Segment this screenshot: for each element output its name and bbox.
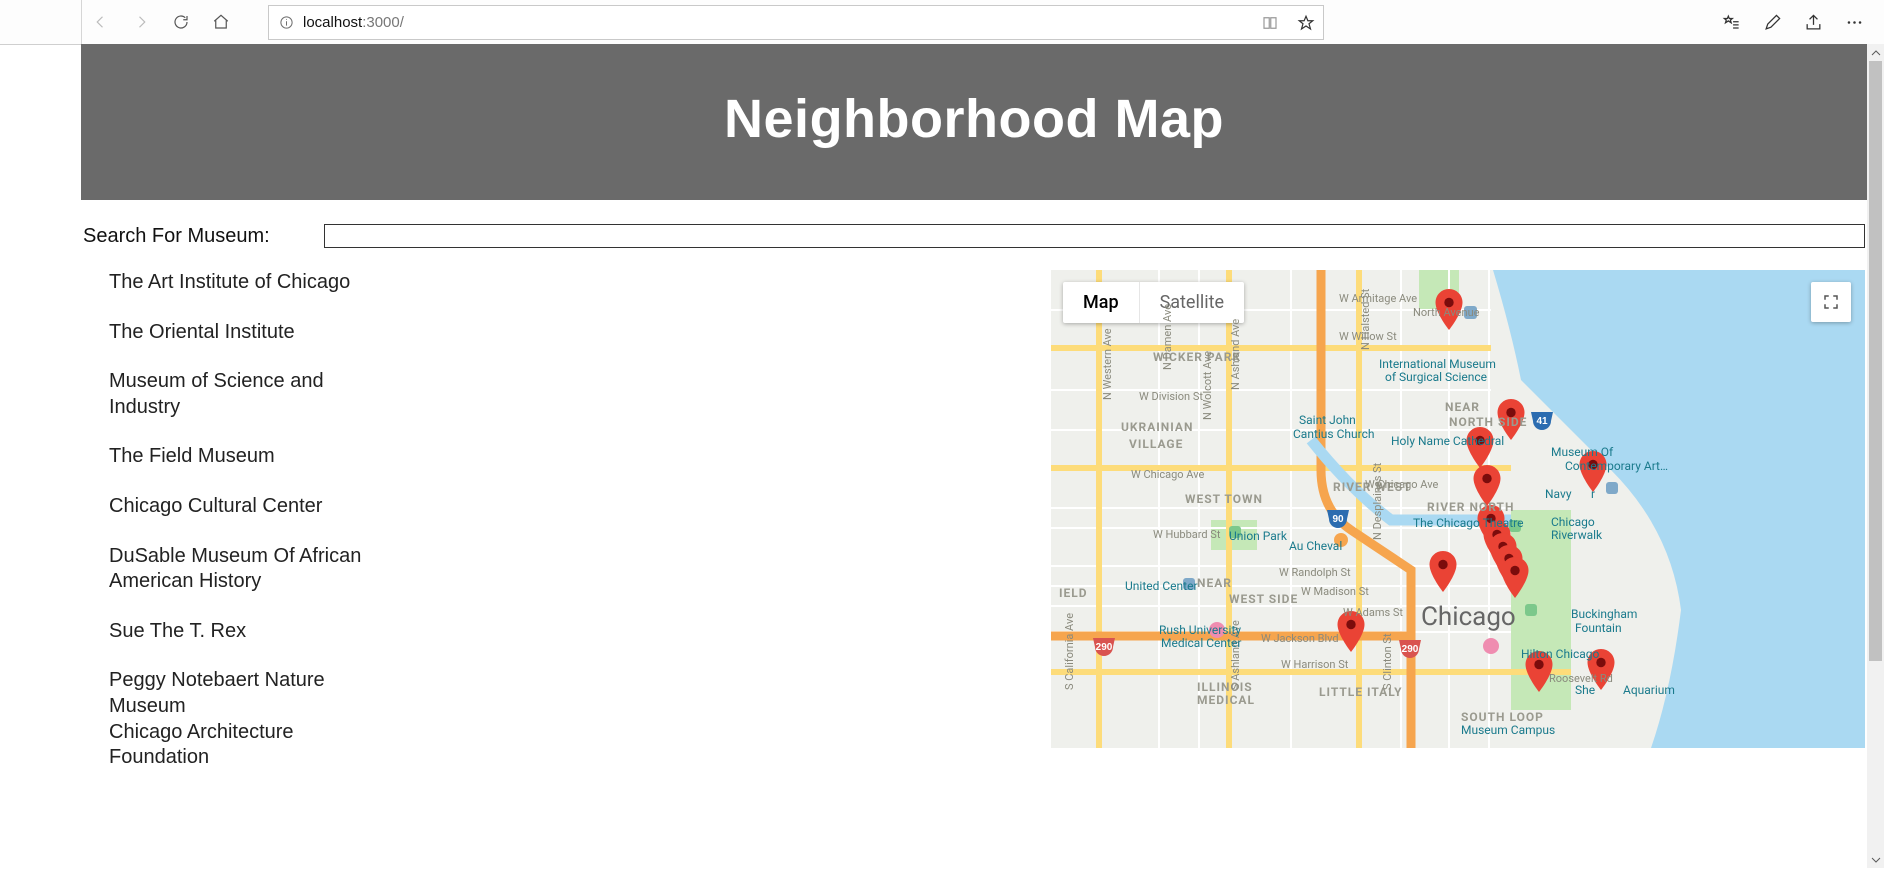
map-label: W Hubbard St bbox=[1153, 528, 1220, 541]
map-label: RIVER NORTH bbox=[1427, 500, 1514, 514]
map-label: SOUTH LOOP bbox=[1461, 710, 1544, 724]
map-label: WEST SIDE bbox=[1229, 592, 1298, 606]
svg-text:41: 41 bbox=[1536, 416, 1548, 427]
page-scrollbar[interactable] bbox=[1867, 44, 1884, 868]
map-label: N Halsted St bbox=[1359, 289, 1372, 350]
search-row: Search For Museum: bbox=[81, 200, 1867, 266]
map-label: United Center bbox=[1125, 580, 1198, 594]
map-type-satellite[interactable]: Satellite bbox=[1140, 282, 1244, 323]
map-label: W Jackson Blvd bbox=[1261, 632, 1339, 645]
list-item[interactable]: The Field Museum bbox=[109, 444, 369, 470]
map-type-control: Map Satellite bbox=[1063, 282, 1244, 323]
highway-shield: 41 bbox=[1529, 410, 1555, 437]
map-label: Contemporary Art… bbox=[1565, 460, 1668, 474]
map-label: North Avenue bbox=[1413, 306, 1479, 319]
map-label: IELD bbox=[1059, 586, 1088, 600]
list-item[interactable]: Chicago Architecture Foundation bbox=[109, 720, 369, 771]
list-item[interactable]: Chicago Cultural Center bbox=[109, 494, 369, 520]
map-label: N Wolcott Ave bbox=[1201, 351, 1214, 420]
list-item[interactable]: The Art Institute of Chicago bbox=[109, 270, 369, 296]
map-label: NEAR bbox=[1197, 576, 1232, 590]
more-icon[interactable] bbox=[1845, 13, 1864, 32]
map-label: W Randolph St bbox=[1279, 566, 1351, 579]
map-label: S Clinton St bbox=[1381, 633, 1394, 690]
fullscreen-button[interactable] bbox=[1811, 282, 1851, 322]
map-label: VILLAGE bbox=[1129, 437, 1183, 451]
map-label: Au Cheval bbox=[1289, 540, 1342, 554]
map-label: MEDICAL bbox=[1197, 693, 1255, 707]
map-label: Riverwalk bbox=[1551, 529, 1602, 543]
map[interactable]: Map Satellite WICKER PARKUKRAINIANVILLAG… bbox=[1051, 270, 1865, 748]
map-label: of Surgical Science bbox=[1385, 371, 1487, 385]
list-item[interactable]: Museum of Science and Industry bbox=[109, 369, 369, 420]
svg-text:290: 290 bbox=[1402, 644, 1419, 655]
map-label: W Chicago Ave bbox=[1131, 468, 1204, 481]
map-label: Saint John bbox=[1299, 414, 1356, 428]
page-title: Neighborhood Map bbox=[81, 88, 1867, 150]
map-city-label: Chicago bbox=[1421, 602, 1516, 632]
back-button[interactable] bbox=[81, 2, 121, 42]
address-bar[interactable]: localhost:3000/ bbox=[268, 5, 1324, 40]
map-label: W Harrison St bbox=[1281, 658, 1348, 671]
map-label: Navy bbox=[1545, 488, 1572, 502]
map-label: N Desplaines St bbox=[1371, 463, 1384, 540]
page-viewport: Neighborhood Map Search For Museum: The … bbox=[81, 44, 1867, 868]
map-label: W Adams St bbox=[1343, 606, 1403, 619]
map-label: W Armitage Ave bbox=[1339, 292, 1417, 305]
highway-shield: 90 bbox=[1325, 508, 1351, 535]
search-input[interactable] bbox=[324, 224, 1865, 248]
map-label: Holy Name Cathedral bbox=[1391, 435, 1504, 449]
list-item[interactable]: The Oriental Institute bbox=[109, 320, 369, 346]
map-label: Union Park bbox=[1229, 530, 1287, 544]
map-label: Aquarium bbox=[1623, 684, 1675, 698]
svg-text:290: 290 bbox=[1096, 642, 1113, 653]
list-item[interactable]: Peggy Notebaert Nature Museum bbox=[109, 668, 369, 719]
map-label: WEST TOWN bbox=[1185, 492, 1263, 506]
map-label: Museum Campus bbox=[1461, 724, 1555, 738]
map-label: S California Ave bbox=[1063, 613, 1076, 690]
map-label: Medical Center bbox=[1161, 637, 1241, 651]
map-label: N Damen Ave bbox=[1161, 304, 1174, 370]
map-label: ILLINOIS bbox=[1197, 680, 1253, 694]
map-label: Fountain bbox=[1575, 622, 1622, 636]
reading-view-icon[interactable] bbox=[1261, 14, 1279, 32]
map-marker[interactable] bbox=[1502, 557, 1529, 598]
map-marker[interactable] bbox=[1430, 551, 1457, 592]
favorite-icon[interactable] bbox=[1297, 14, 1315, 32]
list-item[interactable]: Sue The T. Rex bbox=[109, 619, 369, 645]
favorites-list-icon[interactable] bbox=[1722, 13, 1741, 32]
map-label: W Division St bbox=[1139, 390, 1203, 403]
map-label: She bbox=[1575, 684, 1595, 698]
share-icon[interactable] bbox=[1804, 13, 1823, 32]
search-label: Search For Museum: bbox=[83, 225, 270, 248]
map-label: N Western Ave bbox=[1101, 328, 1114, 400]
browser-chrome: localhost:3000/ bbox=[0, 0, 1884, 45]
refresh-button[interactable] bbox=[161, 2, 201, 42]
map-label: UKRAINIAN bbox=[1121, 420, 1193, 434]
map-label: r bbox=[1591, 488, 1595, 502]
url-text: localhost:3000/ bbox=[303, 14, 404, 31]
museum-list: The Art Institute of Chicago The Orienta… bbox=[81, 270, 709, 795]
site-info-icon[interactable] bbox=[269, 15, 303, 30]
map-type-map[interactable]: Map bbox=[1063, 282, 1139, 323]
map-label: Museum Of bbox=[1551, 446, 1613, 460]
map-label: NEAR bbox=[1445, 400, 1480, 414]
hero-banner: Neighborhood Map bbox=[81, 44, 1867, 200]
map-label: Buckingham bbox=[1571, 608, 1637, 622]
notes-icon[interactable] bbox=[1763, 13, 1782, 32]
map-label: NORTH SIDE bbox=[1449, 415, 1527, 429]
highway-shield: 290 bbox=[1397, 638, 1423, 665]
scrollbar-thumb[interactable] bbox=[1869, 61, 1882, 661]
highway-shield: 290 bbox=[1091, 636, 1117, 663]
svg-text:90: 90 bbox=[1332, 514, 1344, 525]
list-item[interactable]: DuSable Museum Of African American Histo… bbox=[109, 544, 369, 595]
map-label: The Chicago Theatre bbox=[1413, 517, 1523, 531]
forward-button[interactable] bbox=[121, 2, 161, 42]
map-label: N Ashland Ave bbox=[1229, 319, 1242, 390]
map-label: Cantius Church bbox=[1293, 428, 1374, 442]
map-label: Hilton Chicago bbox=[1521, 648, 1599, 662]
map-label: W Madison St bbox=[1301, 585, 1369, 598]
home-button[interactable] bbox=[201, 2, 241, 42]
